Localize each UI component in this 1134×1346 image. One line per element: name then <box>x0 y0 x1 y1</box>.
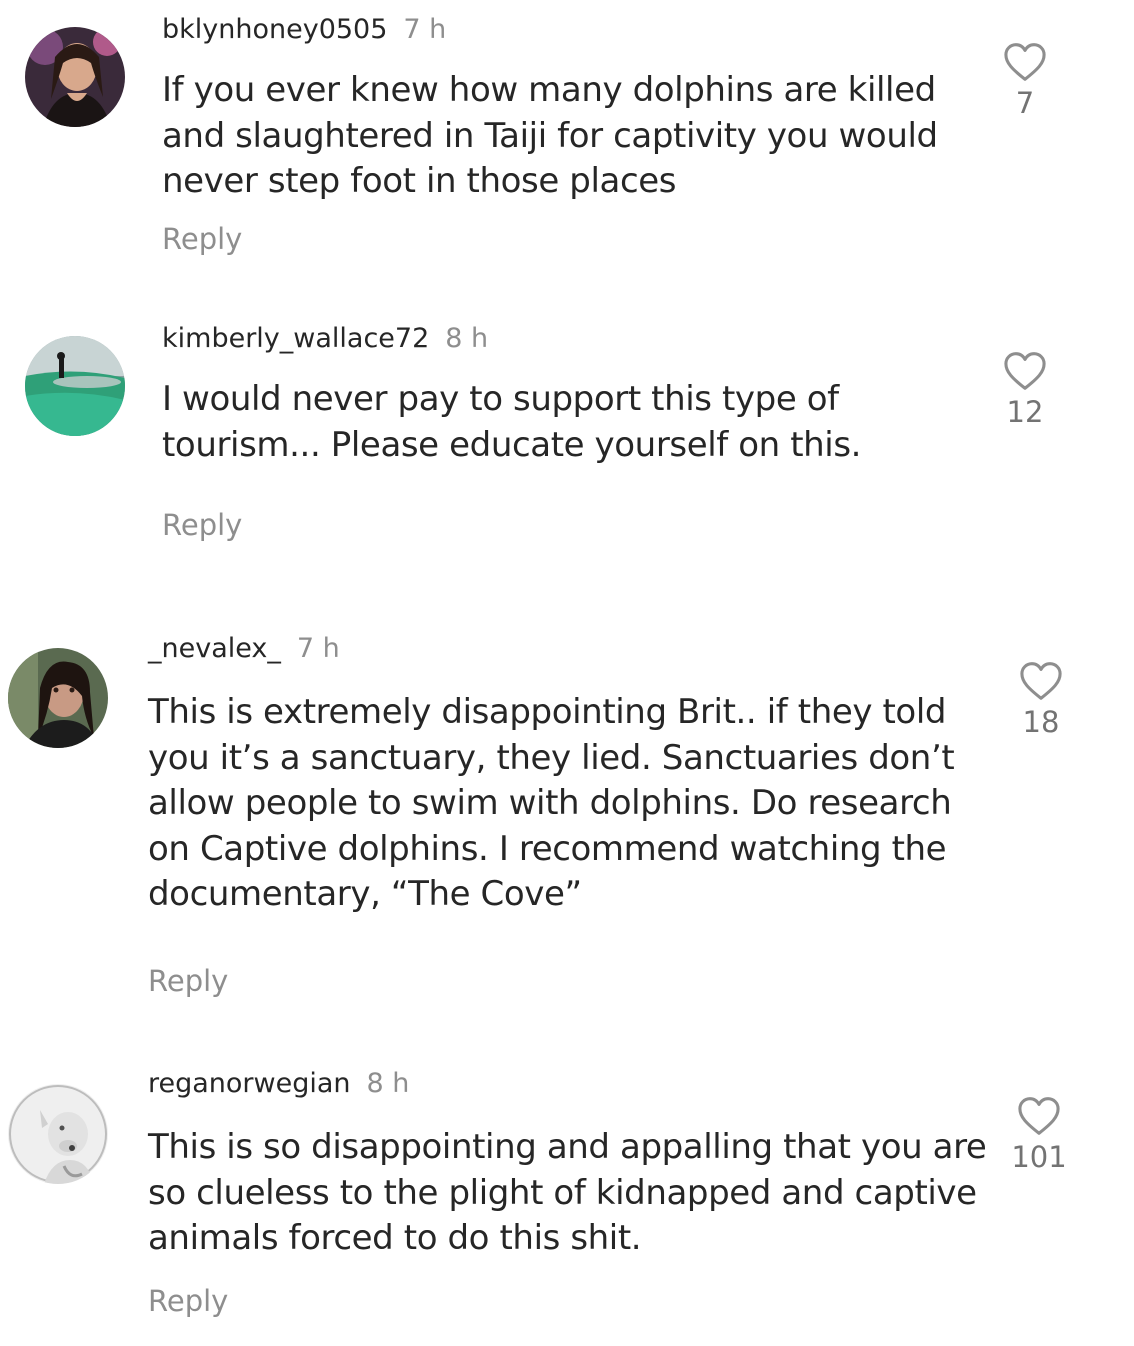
comment-meta: kimberly_wallace72 8 h <box>162 323 488 355</box>
like-count: 7 <box>1015 86 1035 120</box>
reply-button[interactable]: Reply <box>162 222 242 256</box>
like-count: 12 <box>1006 395 1044 429</box>
like-control: 7 <box>995 42 1055 120</box>
comment-meta: _nevalex_ 7 h <box>148 633 340 665</box>
avatar[interactable] <box>8 648 108 748</box>
comment-text: This is extremely disappointing Brit.. i… <box>148 692 955 914</box>
comment-text: I would never pay to support this type o… <box>162 379 862 465</box>
heart-outline-icon[interactable] <box>1017 1096 1061 1136</box>
heart-outline-icon[interactable] <box>1019 661 1063 701</box>
username[interactable]: _nevalex_ <box>148 633 281 664</box>
like-control: 12 <box>995 351 1055 429</box>
timestamp: 7 h <box>403 14 447 45</box>
username[interactable]: kimberly_wallace72 <box>162 323 429 354</box>
timestamp: 8 h <box>445 323 489 354</box>
like-count: 18 <box>1022 705 1060 739</box>
reply-button[interactable]: Reply <box>162 508 242 542</box>
reply-button[interactable]: Reply <box>148 1284 228 1318</box>
timestamp: 7 h <box>296 633 340 664</box>
like-control: 18 <box>1011 661 1071 739</box>
comment-meta: bklynhoney0505 7 h <box>162 14 446 46</box>
username[interactable]: reganorwegian <box>148 1068 351 1099</box>
avatar[interactable] <box>8 1084 108 1184</box>
like-count: 101 <box>1011 1140 1067 1174</box>
comment-text: This is so disappointing and appalling t… <box>148 1127 987 1258</box>
like-control: 101 <box>1009 1096 1069 1174</box>
heart-outline-icon[interactable] <box>1003 351 1047 391</box>
username[interactable]: bklynhoney0505 <box>162 14 387 45</box>
heart-outline-icon[interactable] <box>1003 42 1047 82</box>
avatar[interactable] <box>25 336 125 436</box>
comment-meta: reganorwegian 8 h <box>148 1068 409 1100</box>
timestamp: 8 h <box>366 1068 410 1099</box>
reply-button[interactable]: Reply <box>148 964 228 998</box>
avatar[interactable] <box>25 27 125 127</box>
comment-text: If you ever knew how many dolphins are k… <box>162 70 938 201</box>
